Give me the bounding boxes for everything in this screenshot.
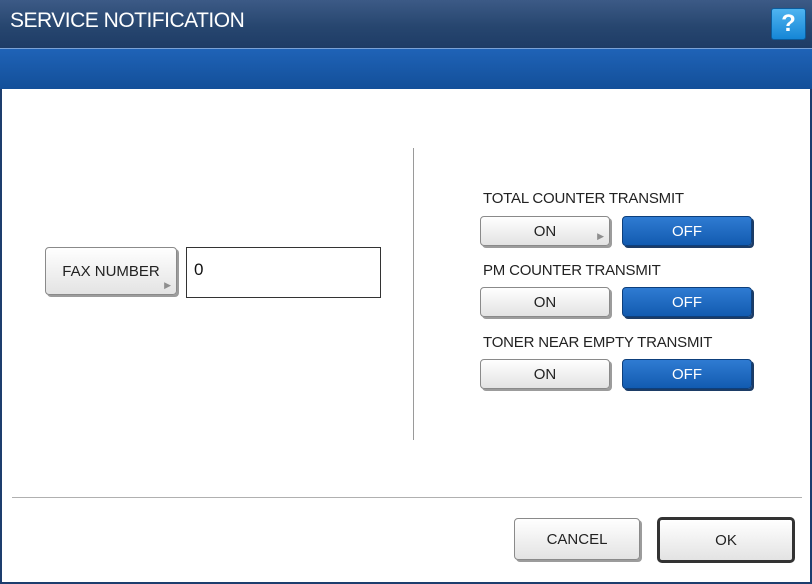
arrow-right-icon: ▶ (164, 280, 171, 290)
toner-near-empty-off-button[interactable]: OFF (622, 359, 752, 389)
fax-number-label: FAX NUMBER (62, 262, 160, 280)
footer-divider (12, 497, 802, 498)
cancel-button[interactable]: CANCEL (514, 518, 640, 560)
arrow-right-icon: ▶ (597, 231, 604, 241)
pm-counter-on-button[interactable]: ON (480, 287, 610, 317)
toner-near-empty-transmit-label: TONER NEAR EMPTY TRANSMIT (483, 334, 713, 351)
toner-near-empty-on-button[interactable]: ON (480, 359, 610, 389)
vertical-divider (413, 148, 414, 440)
on-label: ON (533, 222, 557, 240)
help-button[interactable]: ? (771, 8, 806, 40)
total-counter-on-button[interactable]: ON ▶ (480, 216, 610, 246)
pm-counter-transmit-label: PM COUNTER TRANSMIT (483, 262, 661, 279)
title-bar: SERVICE NOTIFICATION ? (0, 0, 812, 48)
fax-number-button[interactable]: FAX NUMBER ▶ (45, 247, 177, 295)
window-title: SERVICE NOTIFICATION (10, 9, 245, 32)
pm-counter-off-button[interactable]: OFF (622, 287, 752, 317)
total-counter-off-button[interactable]: OFF (622, 216, 752, 246)
total-counter-transmit-label: TOTAL COUNTER TRANSMIT (483, 190, 684, 207)
fax-number-field[interactable]: 0 (186, 247, 381, 298)
ok-button[interactable]: OK (657, 517, 795, 563)
sub-header-bar (0, 48, 812, 89)
